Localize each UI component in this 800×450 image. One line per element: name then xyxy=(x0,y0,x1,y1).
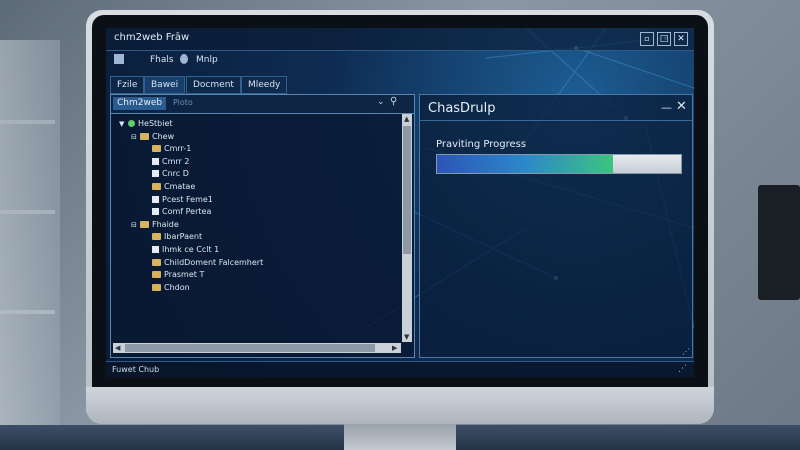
monitor-stand xyxy=(344,424,456,450)
toolbar-item-1[interactable]: Fhals xyxy=(150,55,174,65)
tree-node-label: Cmrr 2 xyxy=(162,156,190,166)
scroll-thumb-h[interactable] xyxy=(125,344,375,352)
chevron-down-icon[interactable]: ⌄ xyxy=(377,97,385,107)
background-bookshelf xyxy=(0,40,60,450)
tree-node-label: ChildDoment Falcemhert xyxy=(164,257,264,267)
title-bar: chm2web Frāw ▫ □ ✕ xyxy=(106,28,694,51)
tree-node[interactable]: ⊟ Chew xyxy=(131,132,174,142)
help-icon[interactable] xyxy=(180,54,188,64)
tree-node[interactable]: IbarPaent xyxy=(143,232,202,242)
tree-expander-icon[interactable]: ⊟ xyxy=(131,220,138,230)
doc-icon xyxy=(152,157,159,165)
doc-icon xyxy=(152,195,159,203)
tree-node-label: Cmrr-1 xyxy=(164,144,192,154)
tree-node-label: Pcest Feme1 xyxy=(162,194,213,204)
folder-icon xyxy=(152,145,161,153)
folder-icon xyxy=(152,283,161,291)
file-tree: ▼ HeStbiet ⊟ Chew Cmrr-1 Cmrr 2 Cnrc D Cmatae Pc… xyxy=(111,115,401,341)
path-bar[interactable]: Chm2web Pioto ⌄ ⚲ xyxy=(111,95,414,114)
resize-grip-icon[interactable]: ⋰ xyxy=(678,364,687,374)
tab-3[interactable]: Mleedy xyxy=(241,76,288,94)
folder-icon xyxy=(140,132,149,140)
tree-node-label: Chew xyxy=(152,131,175,141)
progress-bar xyxy=(436,154,682,174)
tree-expander-icon[interactable]: ▼ xyxy=(119,119,126,129)
monitor-bezel: chm2web Frāw ▫ □ ✕ Fhals Mnlp Fzile Bawe… xyxy=(92,15,708,387)
green-icon xyxy=(128,120,135,127)
toolbar: Fhals Mnlp xyxy=(106,50,694,72)
tree-node[interactable]: Cmrr 2 xyxy=(143,157,189,167)
folder-icon xyxy=(140,220,149,228)
monitor-chin xyxy=(86,387,714,424)
scroll-left-icon[interactable]: ◀ xyxy=(115,344,120,352)
tab-1[interactable]: Bawei xyxy=(144,76,186,94)
shelf xyxy=(0,310,55,314)
folder-icon xyxy=(152,183,161,190)
search-icon[interactable]: ⚲ xyxy=(390,96,397,107)
tree-node-label: Cnrc D xyxy=(162,169,189,179)
folder-icon xyxy=(152,258,161,266)
tree-node[interactable]: ChildDoment Falcemhert xyxy=(143,258,263,268)
scroll-right-icon[interactable]: ▶ xyxy=(392,344,397,352)
dialog-minimize-icon[interactable]: — xyxy=(661,101,672,114)
scroll-thumb[interactable] xyxy=(403,126,411,254)
tree-node[interactable]: ▼ HeStbiet xyxy=(119,119,173,129)
tab-bar: Fzile Bawei Docment Mleedy xyxy=(106,74,694,94)
scroll-up-icon[interactable]: ▲ xyxy=(404,115,409,123)
maximize-icon[interactable]: □ xyxy=(657,32,671,46)
tree-node-label: Ihmk ce Cclt 1 xyxy=(162,245,220,254)
tree-node[interactable]: Chdon xyxy=(143,283,190,293)
tree-node[interactable]: Cmatae xyxy=(143,182,195,192)
doc-icon xyxy=(152,170,159,178)
tree-node-label: Prasmet T xyxy=(164,270,205,280)
tab-2[interactable]: Docment xyxy=(186,76,241,94)
tree-node-label: Comf Pertea xyxy=(162,207,212,217)
file-icon[interactable] xyxy=(114,54,124,64)
window-title: chm2web Frāw xyxy=(114,32,190,43)
tree-node-label: Fhaide xyxy=(152,219,179,229)
tab-0[interactable]: Fzile xyxy=(110,76,145,94)
status-text: Fuwet Chub xyxy=(112,365,160,374)
progress-dialog: ChasDrulp — ✕ Praviting Progress ⋰ xyxy=(419,94,693,358)
tree-node-label: Chdon xyxy=(164,282,190,292)
progress-label: Praviting Progress xyxy=(436,139,527,150)
monitor: chm2web Frāw ▫ □ ✕ Fhals Mnlp Fzile Bawe… xyxy=(86,10,714,424)
tree-node-label: IbarPaent xyxy=(164,232,203,242)
path-placeholder: Pioto xyxy=(173,98,193,107)
status-bar: Fuwet Chub ⋰ xyxy=(106,361,694,377)
breadcrumb[interactable]: Chm2web xyxy=(113,97,167,110)
progress-fill xyxy=(437,155,613,173)
doc-icon xyxy=(152,208,159,216)
tree-node[interactable]: Pcest Feme1 xyxy=(143,195,213,205)
tree-expander-icon[interactable]: ⊟ xyxy=(131,132,138,142)
divider xyxy=(420,120,692,121)
dialog-title: ChasDrulp xyxy=(428,101,496,116)
shelf xyxy=(0,210,55,214)
toolbar-item-2[interactable]: Mnlp xyxy=(196,55,218,65)
folder-icon xyxy=(152,233,161,241)
tree-node[interactable]: Cmrr-1 xyxy=(143,144,191,154)
tree-node[interactable]: Prasmet T xyxy=(143,270,204,280)
vertical-scrollbar[interactable]: ▲ ▼ xyxy=(402,114,412,342)
folder-icon xyxy=(152,271,161,279)
minimize-icon[interactable]: ▫ xyxy=(640,32,654,46)
tree-node[interactable]: Cnrc D xyxy=(143,169,189,179)
tree-node[interactable]: Comf Pertea xyxy=(143,207,211,217)
close-icon[interactable]: ✕ xyxy=(674,32,688,46)
doc-icon xyxy=(152,246,159,253)
resize-grip-icon[interactable]: ⋰ xyxy=(682,347,690,356)
scroll-down-icon[interactable]: ▼ xyxy=(404,333,409,341)
tree-node-label: Cmatae xyxy=(164,182,196,191)
tree-node-label: HeStbiet xyxy=(138,119,173,128)
shelf xyxy=(0,120,55,124)
tree-node[interactable]: Ihmk ce Cclt 1 xyxy=(143,245,219,255)
dialog-close-icon[interactable]: ✕ xyxy=(676,99,687,114)
explorer-pane: Chm2web Pioto ⌄ ⚲ ▼ HeStbiet ⊟ Chew Cmrr-1 Cm… xyxy=(110,94,415,358)
tree-node[interactable]: ⊟ Fhaide xyxy=(131,220,179,230)
screen: chm2web Frāw ▫ □ ✕ Fhals Mnlp Fzile Bawe… xyxy=(106,28,694,377)
background-monitor xyxy=(758,185,800,300)
horizontal-scrollbar[interactable]: ◀ ▶ xyxy=(113,343,401,353)
